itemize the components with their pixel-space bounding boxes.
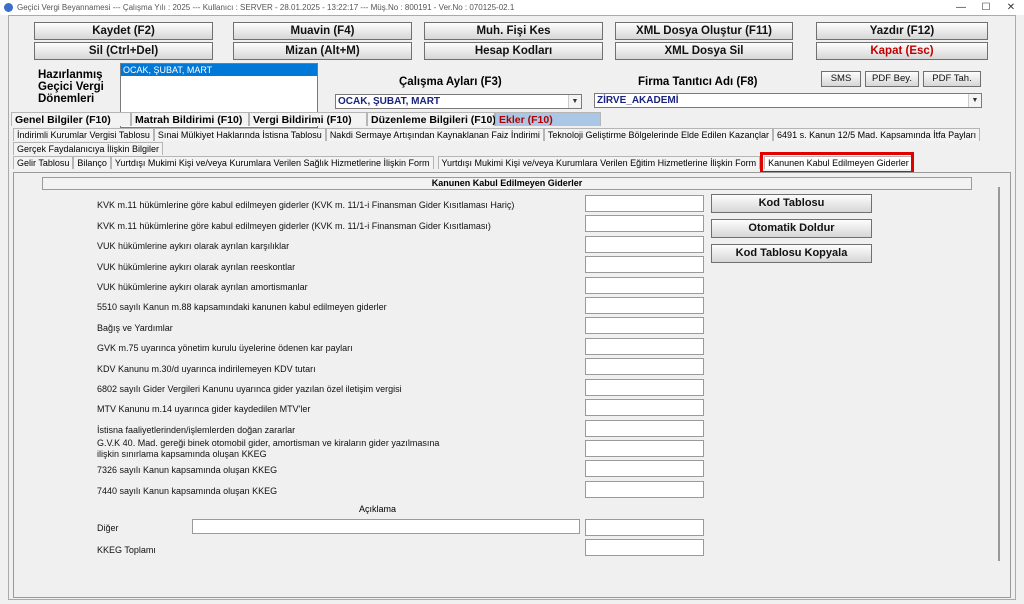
row-label: 7326 sayılı Kanun kapsamında oluşan KKEG <box>97 465 278 475</box>
panel-title: Kanunen Kabul Edilmeyen Giderler <box>42 177 972 190</box>
diger-amount-field[interactable] <box>585 519 704 536</box>
row-label: İstisna faaliyetlerinden/işlemlerden doğ… <box>97 425 296 435</box>
kod-tablosu-kopyala-button[interactable]: Kod Tablosu Kopyala <box>711 244 872 263</box>
tab-duzenleme-bilgileri[interactable]: Düzenleme Bilgileri (F10) <box>367 112 496 126</box>
maximize-icon[interactable]: ☐ <box>975 0 997 15</box>
muh-fisi-kes-button[interactable]: Muh. Fişi Kes <box>424 22 603 40</box>
row-label: 5510 sayılı Kanun m.88 kapsamındaki kanu… <box>97 302 387 312</box>
row-label: 7440 sayılı Kanun kapsamında oluşan KKEG <box>97 486 278 496</box>
close-icon[interactable]: ✕ <box>1000 0 1022 15</box>
amount-field[interactable] <box>585 297 704 314</box>
tab-matrah-bildirimi[interactable]: Matrah Bildirimi (F10) <box>131 112 249 126</box>
total-label: KKEG Toplamı <box>97 545 156 555</box>
amount-field[interactable] <box>585 460 704 477</box>
amount-field[interactable] <box>585 215 704 232</box>
amount-field[interactable] <box>585 440 704 457</box>
tab-egitim-hizmetleri[interactable]: Yurtdışı Mukimi Kişi ve/veya Kurumlara V… <box>437 156 761 169</box>
delete-button[interactable]: Sil (Ctrl+Del) <box>34 42 213 60</box>
pdf-tah-button[interactable]: PDF Tah. <box>923 71 981 87</box>
row-label: MTV Kanunu m.14 uyarınca gider kaydedile… <box>97 404 311 414</box>
amount-field[interactable] <box>585 358 704 375</box>
xml-create-button[interactable]: XML Dosya Oluştur (F11) <box>615 22 793 40</box>
amount-field[interactable] <box>585 420 704 437</box>
amount-field[interactable] <box>585 317 704 334</box>
tab-ekler[interactable]: Ekler (F10) <box>495 112 601 126</box>
tab-sinai-mulkiyet[interactable]: Sınai Mülkiyet Haklarında İstisna Tablos… <box>153 128 326 141</box>
firm-label: Firma Tanıtıcı Adı (F8) <box>638 76 758 88</box>
row-label: GVK m.75 uyarınca yönetim kurulu üyeleri… <box>97 343 353 353</box>
diger-description-input[interactable] <box>192 519 580 534</box>
total-field[interactable] <box>585 539 704 556</box>
window-title: Geçici Vergi Beyannamesi --- Çalışma Yıl… <box>17 3 515 12</box>
amount-field[interactable] <box>585 399 704 416</box>
kkeg-panel: Kanunen Kabul Edilmeyen Giderler KVK m.1… <box>13 172 1011 598</box>
amount-field[interactable] <box>585 277 704 294</box>
row-label: VUK hükümlerine aykırı olarak ayrılan am… <box>97 282 308 292</box>
print-button[interactable]: Yazdır (F12) <box>816 22 988 40</box>
tab-vergi-bildirimi[interactable]: Vergi Bildirimi (F10) <box>249 112 367 126</box>
sub-tabs-row2: Gerçek Faydalanıcıya İlişkin Bilgiler <box>13 142 164 155</box>
main-window: Kaydet (F2) Muavin (F4) Muh. Fişi Kes XM… <box>8 15 1016 600</box>
tab-6491-kanun[interactable]: 6491 s. Kanun 12/5 Mad. Kapsamında İtfa … <box>773 128 981 141</box>
tab-teknoloji-gelistirme[interactable]: Teknoloji Geliştirme Bölgelerinde Elde E… <box>543 128 774 141</box>
tab-gelir-tablosu[interactable]: Gelir Tablosu <box>13 156 74 169</box>
app-icon <box>4 3 13 12</box>
tab-saglik-hizmetleri[interactable]: Yurtdışı Mukimi Kişi ve/veya Kurumlara V… <box>110 156 434 169</box>
panel-divider <box>998 187 1000 561</box>
tab-indirimli-kurumlar[interactable]: İndirimli Kurumlar Vergisi Tablosu <box>13 128 154 141</box>
otomatik-doldur-button[interactable]: Otomatik Doldur <box>711 219 872 238</box>
sms-button[interactable]: SMS <box>821 71 861 87</box>
row-label: VUK hükümlerine aykırı olarak ayrılan ka… <box>97 241 290 251</box>
kod-tablosu-button[interactable]: Kod Tablosu <box>711 194 872 213</box>
main-tabs: Genel Bilgiler (F10) Matrah Bildirimi (F… <box>11 112 601 126</box>
highlight-box <box>760 152 914 174</box>
amount-field[interactable] <box>585 236 704 253</box>
work-months-select[interactable]: OCAK, ŞUBAT, MART ▼ <box>335 94 582 109</box>
pdf-bey-button[interactable]: PDF Bey. <box>865 71 919 87</box>
tab-genel-bilgiler[interactable]: Genel Bilgiler (F10) <box>11 112 131 126</box>
account-codes-button[interactable]: Hesap Kodları <box>424 42 603 60</box>
periods-label: Hazırlanmış Geçici Vergi Dönemleri <box>38 69 104 105</box>
sub-tabs-row1: İndirimli Kurumlar Vergisi Tablosu Sınai… <box>13 128 981 141</box>
xml-delete-button[interactable]: XML Dosya Sil <box>615 42 793 60</box>
close-button[interactable]: Kapat (Esc) <box>816 42 988 60</box>
aciklama-label: Açıklama <box>359 504 397 514</box>
title-bar: Geçici Vergi Beyannamesi --- Çalışma Yıl… <box>0 0 1024 15</box>
amount-field[interactable] <box>585 379 704 396</box>
tab-bilanco[interactable]: Bilanço <box>73 156 111 169</box>
chevron-down-icon[interactable]: ▼ <box>968 94 981 107</box>
work-months-label: Çalışma Ayları (F3) <box>399 76 502 88</box>
minimize-icon[interactable]: — <box>950 0 972 15</box>
row-label: Bağış ve Yardımlar <box>97 323 173 333</box>
row-label: KVK m.11 hükümlerine göre kabul edilmeye… <box>97 221 491 231</box>
row-label: VUK hükümlerine aykırı olarak ayrılan re… <box>97 262 296 272</box>
row-label: G.V.K 40. Mad. gereği binek otomobil gid… <box>97 438 440 459</box>
tab-nakdi-sermaye[interactable]: Nakdi Sermaye Artışından Kaynaklanan Fai… <box>325 128 544 141</box>
muavin-button[interactable]: Muavin (F4) <box>233 22 412 40</box>
firm-select[interactable]: ZİRVE_AKADEMİ ▼ <box>594 93 982 108</box>
periods-list-item[interactable]: OCAK, ŞUBAT, MART <box>121 64 317 76</box>
row-label: KVK m.11 hükümlerine göre kabul edilmeye… <box>97 200 515 210</box>
chevron-down-icon[interactable]: ▼ <box>568 95 581 108</box>
amount-field[interactable] <box>585 338 704 355</box>
row-label: KDV Kanunu m.30/d uyarınca indirilemeyen… <box>97 364 316 374</box>
amount-field[interactable] <box>585 195 704 212</box>
mizan-button[interactable]: Mizan (Alt+M) <box>233 42 412 60</box>
amount-field[interactable] <box>585 256 704 273</box>
amount-field[interactable] <box>585 481 704 498</box>
tab-gercek-faydalaniciya[interactable]: Gerçek Faydalanıcıya İlişkin Bilgiler <box>13 142 164 155</box>
row-label: 6802 sayılı Gider Vergileri Kanunu uyarı… <box>97 384 402 394</box>
save-button[interactable]: Kaydet (F2) <box>34 22 213 40</box>
